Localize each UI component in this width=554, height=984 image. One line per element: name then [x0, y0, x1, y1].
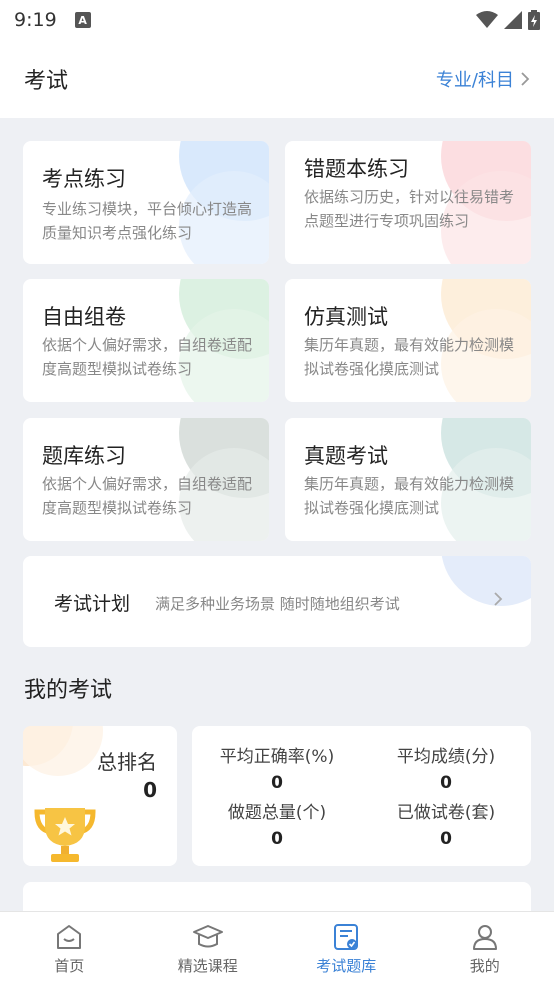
status-bar: 9:19 A [0, 0, 554, 40]
card-desc: 专业练习模块，平台倾心打造高质量知识考点强化练习 [42, 200, 253, 242]
stat-value: 0 [440, 829, 452, 849]
card-free-paper[interactable]: 自由组卷 依据个人偏好需求，自组卷适配度高题型模拟试卷练习 [23, 279, 269, 402]
notification-a-icon: A [74, 12, 91, 28]
stat-label: 做题总量(个) [227, 803, 327, 823]
card-question-bank[interactable]: 题库练习 依据个人偏好需求，自组卷适配度高题型模拟试卷练习 [23, 418, 269, 541]
page-header: 考试 专业/科目 [0, 40, 554, 118]
card-title: 考点练习 [42, 167, 126, 191]
tab-label: 考试题库 [316, 957, 377, 975]
card-title: 自由组卷 [42, 305, 126, 329]
card-decoration [23, 726, 103, 776]
tab-label: 首页 [54, 957, 85, 975]
status-time: 9:19 [14, 9, 57, 31]
exam-doc-icon [334, 924, 359, 950]
exam-stats-card: 平均正确率(%) 0 平均成绩(分) 0 做题总量(个) 0 已做试卷(套) 0 [192, 726, 531, 866]
graduation-cap-icon [192, 925, 223, 948]
trophy-icon [34, 808, 96, 862]
signal-icon [504, 11, 522, 29]
tab-label: 我的 [469, 957, 500, 975]
card-title: 题库练习 [42, 444, 126, 468]
card-title: 仿真测试 [304, 305, 388, 329]
status-icons [476, 10, 540, 30]
card-desc: 集历年真题，最有效能力检测模拟试卷强化摸底测试 [304, 475, 515, 517]
battery-icon [528, 10, 540, 30]
total-rank-card[interactable]: 总排名 0 [23, 726, 177, 866]
card-title: 错题本练习 [304, 157, 409, 181]
chevron-right-icon [494, 592, 503, 606]
stat-label: 平均正确率(%) [219, 747, 335, 767]
chevron-right-icon [521, 72, 530, 86]
card-title: 真题考试 [304, 444, 388, 468]
tab-courses[interactable]: 精选课程 [139, 912, 278, 984]
card-kaodian-practice[interactable]: 考点练习 专业练习模块，平台倾心打造高质量知识考点强化练习 [23, 141, 269, 264]
my-exam-title: 我的考试 [24, 678, 113, 703]
stat-value: 0 [271, 773, 283, 793]
total-rank-value: 0 [143, 778, 157, 802]
stat-label: 平均成绩(分) [396, 747, 496, 767]
page-title: 考试 [24, 69, 69, 94]
stat-avg-accuracy: 平均正确率(%) 0 [192, 742, 362, 793]
card-desc: 集历年真题，最有效能力检测模拟试卷强化摸底测试 [304, 336, 515, 378]
card-wrong-questions[interactable]: 错题本练习 依据练习历史，针对以往易错考点题型进行专项巩固练习 [285, 141, 531, 264]
total-rank-label: 总排名 [97, 750, 157, 774]
user-icon [472, 925, 497, 950]
stat-label: 已做试卷(套) [396, 803, 496, 823]
subject-selector-label: 专业/科目 [435, 70, 514, 91]
stat-done-papers: 已做试卷(套) 0 [361, 798, 531, 849]
card-desc: 依据个人偏好需求，自组卷适配度高题型模拟试卷练习 [42, 475, 253, 517]
card-decoration [441, 556, 531, 606]
card-desc: 依据练习历史，针对以往易错考点题型进行专项巩固练习 [304, 188, 515, 230]
card-real-exam[interactable]: 真题考试 集历年真题，最有效能力检测模拟试卷强化摸底测试 [285, 418, 531, 541]
tab-mine[interactable]: 我的 [416, 912, 554, 984]
stat-total-questions: 做题总量(个) 0 [192, 798, 362, 849]
home-icon [57, 925, 82, 949]
stat-avg-score: 平均成绩(分) 0 [361, 742, 531, 793]
bottom-tab-bar: 首页 精选课程 考试题库 我的 [0, 911, 554, 984]
tab-exam-bank[interactable]: 考试题库 [277, 912, 416, 984]
wifi-icon [476, 11, 498, 28]
stat-value: 0 [271, 829, 283, 849]
stat-value: 0 [440, 773, 452, 793]
exam-plan-title: 考试计划 [54, 593, 131, 615]
tab-label: 精选课程 [177, 957, 238, 975]
exam-plan-desc: 满足多种业务场景 随时随地组织考试 [155, 595, 400, 613]
card-simulation-test[interactable]: 仿真测试 集历年真题，最有效能力检测模拟试卷强化摸底测试 [285, 279, 531, 402]
tab-home[interactable]: 首页 [0, 912, 139, 984]
exam-plan-card[interactable]: 考试计划 满足多种业务场景 随时随地组织考试 [23, 556, 531, 647]
card-desc: 依据个人偏好需求，自组卷适配度高题型模拟试卷练习 [42, 336, 253, 378]
subject-selector[interactable]: 专业/科目 [436, 66, 530, 92]
